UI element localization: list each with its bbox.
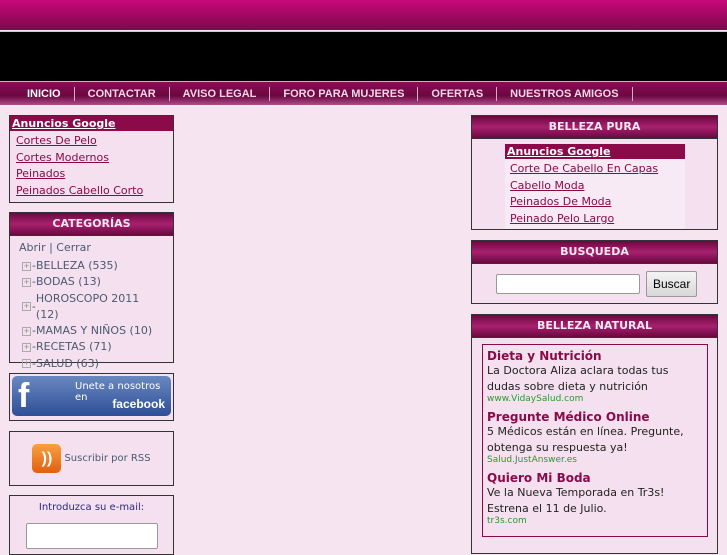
ad-item[interactable]: Pregunte Médico Online 5 Médicos están en… [487, 410, 703, 465]
main-nav: INICIO CONTACTAR AVISO LEGAL FORO PARA M… [0, 81, 727, 105]
expand-collapse[interactable]: Abrir | Cerrar [19, 241, 164, 254]
nav-aviso-legal[interactable]: AVISO LEGAL [170, 86, 271, 101]
category-item[interactable]: + - BELLEZA (535) [22, 258, 164, 274]
busqueda-box: BUSQUEDA Buscar [471, 240, 718, 304]
categories-title: CATEGORÍAS [10, 213, 173, 236]
ad-link[interactable]: Peinados [16, 166, 167, 183]
ad-link[interactable]: Peinados Cabello Corto [16, 183, 167, 200]
search-input[interactable] [496, 274, 640, 294]
search-button[interactable]: Buscar [646, 271, 698, 297]
ad-link[interactable]: Cabello Moda [510, 178, 680, 195]
belleza-pura-title: BELLEZA PURA [472, 116, 717, 139]
email-input[interactable] [25, 523, 158, 549]
ad-item[interactable]: Dieta y Nutrición La Doctora Aliza aclara… [487, 349, 703, 404]
ad-link[interactable]: Corte De Cabello En Capas [510, 161, 680, 178]
nav-foro[interactable]: FORO PARA MUJERES [270, 86, 419, 101]
nav-contactar[interactable]: CONTACTAR [75, 86, 170, 101]
belleza-natural-box: BELLEZA NATURAL Dieta y Nutrición La Doct… [471, 314, 718, 554]
ads-title[interactable]: Anuncios Google [10, 116, 173, 131]
expand-icon: + [22, 261, 31, 271]
ads-title[interactable]: Anuncios Google [505, 144, 685, 159]
category-item[interactable]: + - BODAS (13) [22, 274, 164, 290]
rss-icon: )) [32, 444, 62, 473]
belleza-natural-title: BELLEZA NATURAL [472, 315, 717, 338]
expand-icon: + [22, 302, 31, 312]
category-item[interactable]: + - HOROSCOPO 2011 (12) [22, 291, 164, 324]
category-item[interactable]: + - SALUD (63) [22, 356, 164, 372]
categories-box: CATEGORÍAS Abrir | Cerrar + - BELLEZA (535… [9, 212, 174, 370]
busqueda-title: BUSQUEDA [472, 241, 717, 264]
nav-amigos[interactable]: NUESTROS AMIGOS [497, 86, 633, 101]
nav-inicio[interactable]: INICIO [14, 86, 75, 101]
ad-link[interactable]: Peinados De Moda [510, 194, 680, 211]
category-item[interactable]: + - RECETAS (71) [22, 339, 164, 355]
ad-link[interactable]: Peinado Pelo Largo [510, 211, 680, 228]
expand-icon: + [22, 343, 31, 353]
ad-link[interactable]: Cortes De Pelo [16, 133, 167, 150]
left-ads-box: Anuncios Google Cortes De Pelo Cortes Mo… [9, 115, 174, 203]
nav-ofertas[interactable]: OFERTAS [418, 86, 498, 101]
expand-icon: + [22, 326, 31, 336]
facebook-banner[interactable]: f Unete a nosotros en facebook [12, 376, 171, 416]
rss-box[interactable]: )) Suscribir por RSS [9, 431, 174, 486]
newsletter-box: Introduzca su e-mail: [9, 495, 174, 555]
belleza-pura-box: BELLEZA PURA Anuncios Google Corte De Ca… [471, 115, 718, 230]
ad-link[interactable]: Cortes Modernos [16, 150, 167, 167]
ads-list: Dieta y Nutrición La Doctora Aliza aclara… [482, 344, 708, 537]
expand-icon: + [22, 277, 31, 287]
ad-item[interactable]: Quiero Mi Boda Ve la Nueva Temporada en T… [487, 471, 703, 526]
facebook-logo-icon: f [18, 377, 30, 415]
category-item[interactable]: + - MAMAS Y NIÑOS (10) [22, 323, 164, 339]
header-banner [0, 0, 727, 30]
header-black-band [0, 31, 727, 81]
expand-icon: + [22, 359, 31, 369]
facebook-box: f Unete a nosotros en facebook [9, 373, 174, 421]
